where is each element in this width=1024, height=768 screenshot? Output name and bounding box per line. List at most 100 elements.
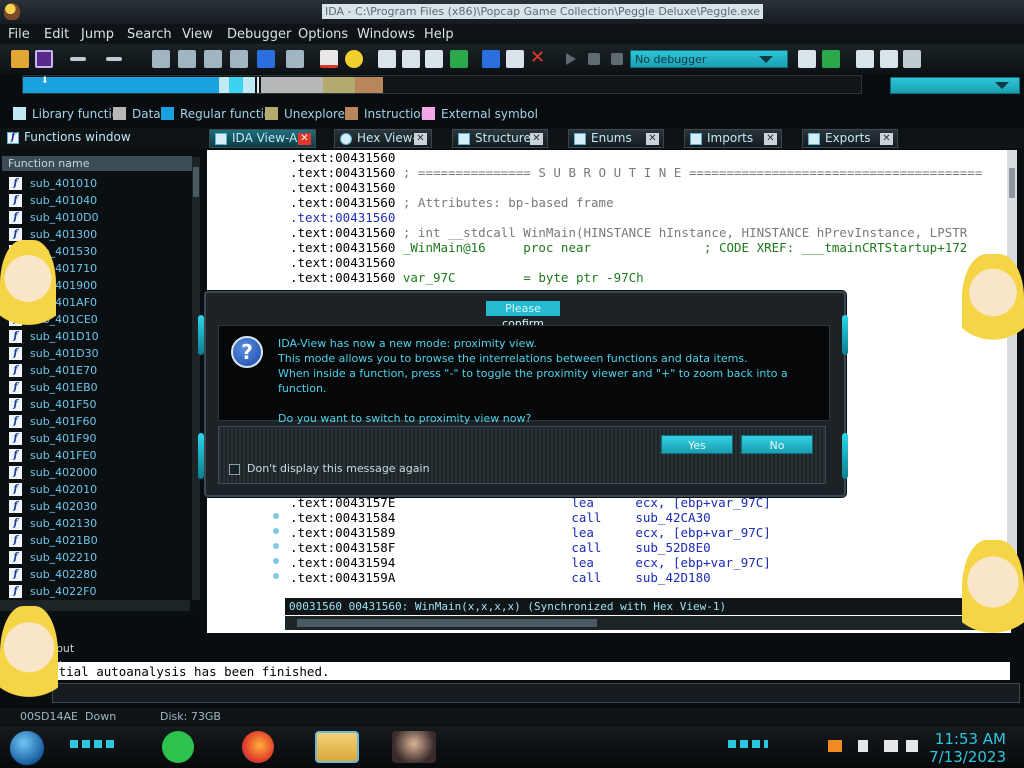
- code-icon[interactable]: [378, 50, 396, 68]
- toolbar-tool-2-icon[interactable]: [178, 50, 196, 68]
- right-select[interactable]: [890, 77, 1020, 94]
- edit-icon[interactable]: [506, 50, 524, 68]
- menu-help[interactable]: Help: [424, 27, 454, 42]
- close-icon[interactable]: ✕: [646, 133, 659, 145]
- close-icon[interactable]: ✕: [880, 133, 893, 145]
- add-struct-icon[interactable]: [482, 50, 500, 68]
- tab-hex-view-1[interactable]: Hex View-1 ✕: [334, 129, 432, 148]
- toolbar-tool-10-icon[interactable]: [903, 50, 921, 68]
- function-list-item[interactable]: f sub_401F60: [0, 413, 192, 430]
- menu-jump[interactable]: Jump: [81, 27, 114, 42]
- menu-file[interactable]: File: [8, 27, 30, 42]
- function-list-item[interactable]: f sub_401010: [0, 175, 192, 192]
- menu-search[interactable]: Search: [127, 27, 172, 42]
- tray-app-icon[interactable]: [828, 740, 842, 752]
- tab-structures[interactable]: Structures ✕: [452, 129, 548, 148]
- toolbar-tool-6-icon[interactable]: [798, 50, 816, 68]
- function-list-item[interactable]: f sub_401E70: [0, 362, 192, 379]
- code-line[interactable]: .text:00431560: [290, 255, 1008, 270]
- function-list-item[interactable]: f sub_4010D0: [0, 209, 192, 226]
- flag-icon[interactable]: [858, 740, 868, 752]
- scroll-thumb[interactable]: [297, 619, 597, 627]
- functions-vertical-scrollbar[interactable]: [192, 157, 200, 600]
- close-icon[interactable]: ✕: [764, 133, 777, 145]
- code-line[interactable]: .text:00431560: [290, 210, 1008, 225]
- command-input[interactable]: [52, 683, 1020, 703]
- toolbar-tool-8-icon[interactable]: [856, 50, 874, 68]
- tab-enums[interactable]: Enums ✕: [568, 129, 664, 148]
- tab-functions-window[interactable]: f Functions window: [2, 129, 198, 148]
- code-line[interactable]: .text:00431589 lea ecx, [ebp+var_97C]: [290, 525, 1008, 540]
- data-icon[interactable]: [402, 50, 420, 68]
- menu-windows[interactable]: Windows: [357, 27, 415, 42]
- portrait-app-icon[interactable]: [392, 731, 436, 763]
- toolbar-tool-5-icon[interactable]: [286, 50, 304, 68]
- scroll-thumb[interactable]: [1009, 168, 1015, 198]
- menu-debugger[interactable]: Debugger: [227, 27, 291, 42]
- code-line[interactable]: .text:00431560 _WinMain@16 proc near ; C…: [290, 240, 1008, 255]
- toolbar-tool-1-icon[interactable]: [152, 50, 170, 68]
- function-list-item[interactable]: f sub_4021B0: [0, 532, 192, 549]
- code-line[interactable]: .text:00431560: [290, 180, 1008, 195]
- notes-app-icon[interactable]: [162, 731, 194, 763]
- tab-ida-view-a[interactable]: IDA View-A ✕: [209, 129, 316, 148]
- file-explorer-icon[interactable]: [315, 731, 359, 763]
- add-function-icon[interactable]: [450, 50, 468, 68]
- save-icon[interactable]: [35, 50, 53, 68]
- menu-view[interactable]: View: [182, 27, 213, 42]
- tab-exports[interactable]: Exports ✕: [802, 129, 898, 148]
- start-button[interactable]: [9, 730, 45, 766]
- menu-edit[interactable]: Edit: [44, 27, 69, 42]
- stop-icon[interactable]: [611, 53, 623, 65]
- code-line[interactable]: .text:0043157E lea ecx, [ebp+var_97C]: [290, 495, 1008, 510]
- function-list-item[interactable]: f sub_402280: [0, 566, 192, 583]
- code-line[interactable]: .text:00431560 ; Attributes: bp-based fr…: [290, 195, 1008, 210]
- code-line[interactable]: .text:00431594 lea ecx, [ebp+var_97C]: [290, 555, 1008, 570]
- function-list-item[interactable]: f sub_402010: [0, 481, 192, 498]
- code-line[interactable]: .text:00431584 call sub_42CA30: [290, 510, 1008, 525]
- open-folder-icon[interactable]: [11, 50, 29, 68]
- firefox-icon[interactable]: [242, 731, 274, 763]
- toolbar-tool-4-icon[interactable]: [230, 50, 248, 68]
- function-list-item[interactable]: f sub_401040: [0, 192, 192, 209]
- pause-icon[interactable]: [588, 53, 600, 65]
- dont-display-checkbox[interactable]: [229, 464, 240, 475]
- yes-button[interactable]: Yes: [661, 435, 733, 454]
- close-icon[interactable]: ✕: [530, 133, 543, 145]
- network-icon[interactable]: [884, 740, 898, 752]
- function-list-item[interactable]: f sub_402030: [0, 498, 192, 515]
- toolbar-tool-7-icon[interactable]: [822, 50, 840, 68]
- play-icon[interactable]: [566, 53, 576, 65]
- volume-icon[interactable]: [906, 740, 918, 752]
- function-list-item[interactable]: f sub_4022F0: [0, 583, 192, 600]
- tab-imports[interactable]: Imports ✕: [684, 129, 782, 148]
- close-icon[interactable]: ✕: [414, 133, 427, 145]
- clock[interactable]: 11:53 AM 7/13/2023: [929, 730, 1006, 766]
- toolbar-tool-3-icon[interactable]: [204, 50, 222, 68]
- function-list-item[interactable]: f sub_401FE0: [0, 447, 192, 464]
- ascii-icon[interactable]: [425, 50, 443, 68]
- dont-display-label[interactable]: Don't display this message again: [247, 462, 430, 475]
- debugger-select[interactable]: No debugger: [630, 50, 788, 68]
- navigation-band[interactable]: ⬇: [22, 75, 862, 94]
- code-line[interactable]: .text:00431560 ; =============== S U B R…: [290, 165, 1008, 180]
- function-name-header[interactable]: Function name: [2, 156, 192, 171]
- function-list-item[interactable]: f sub_401F50: [0, 396, 192, 413]
- code-line[interactable]: .text:00431560 var_97C = byte ptr -97Ch: [290, 270, 1008, 285]
- warning-icon[interactable]: [320, 50, 338, 68]
- code-line[interactable]: .text:00431560: [290, 150, 1008, 165]
- bulb-icon[interactable]: [345, 50, 363, 68]
- back-arrow-icon[interactable]: [70, 57, 86, 61]
- function-list-item[interactable]: f sub_402000: [0, 464, 192, 481]
- function-list-item[interactable]: f sub_402130: [0, 515, 192, 532]
- close-icon[interactable]: ✕: [298, 133, 311, 145]
- function-list-item[interactable]: f sub_401F90: [0, 430, 192, 447]
- function-list-item[interactable]: f sub_401EB0: [0, 379, 192, 396]
- function-list-item[interactable]: f sub_402210: [0, 549, 192, 566]
- forward-arrow-icon[interactable]: [106, 57, 122, 61]
- code-vertical-scrollbar[interactable]: [1007, 150, 1017, 602]
- menu-options[interactable]: Options: [298, 27, 348, 42]
- scroll-thumb[interactable]: [193, 167, 199, 197]
- no-button[interactable]: No: [741, 435, 813, 454]
- code-line[interactable]: .text:0043159A call sub_42D180: [290, 570, 1008, 585]
